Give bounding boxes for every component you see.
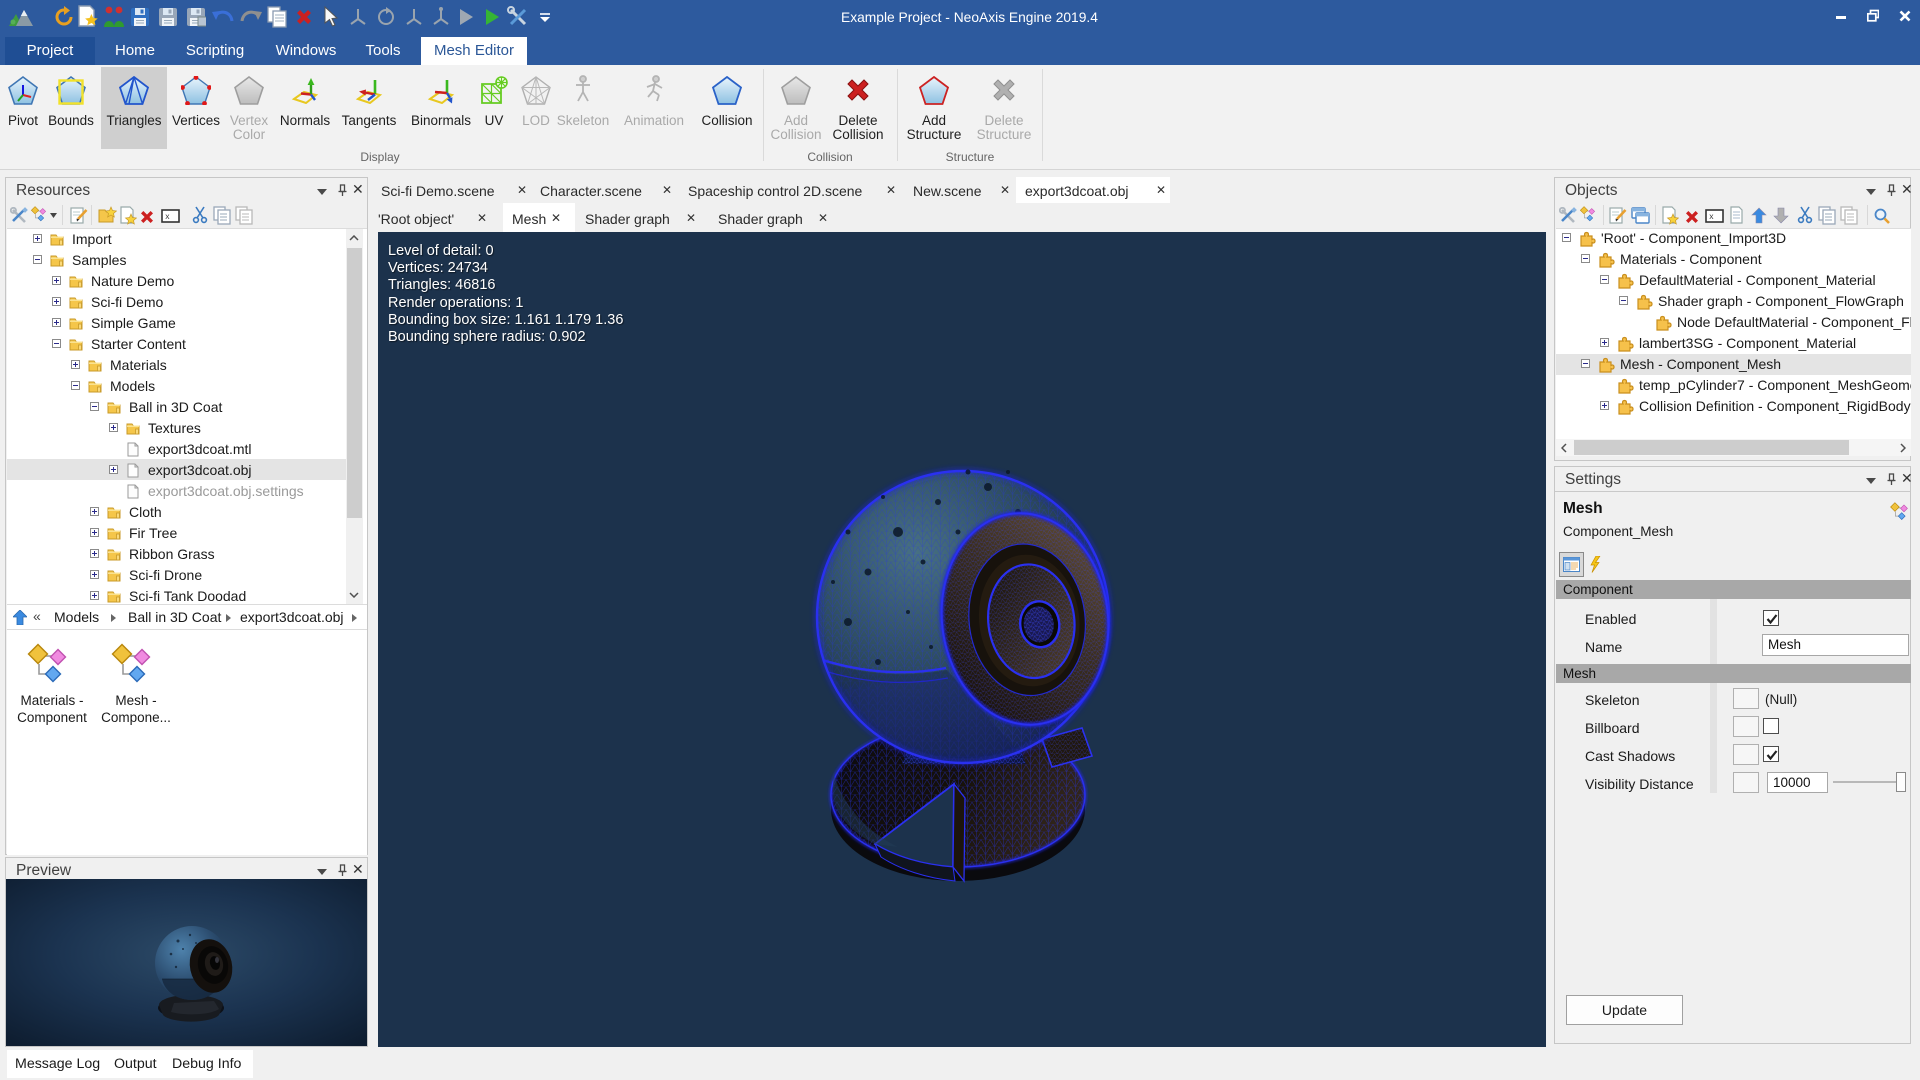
svg-text:x: x: [165, 213, 170, 222]
svg-text:x: x: [1709, 213, 1714, 222]
